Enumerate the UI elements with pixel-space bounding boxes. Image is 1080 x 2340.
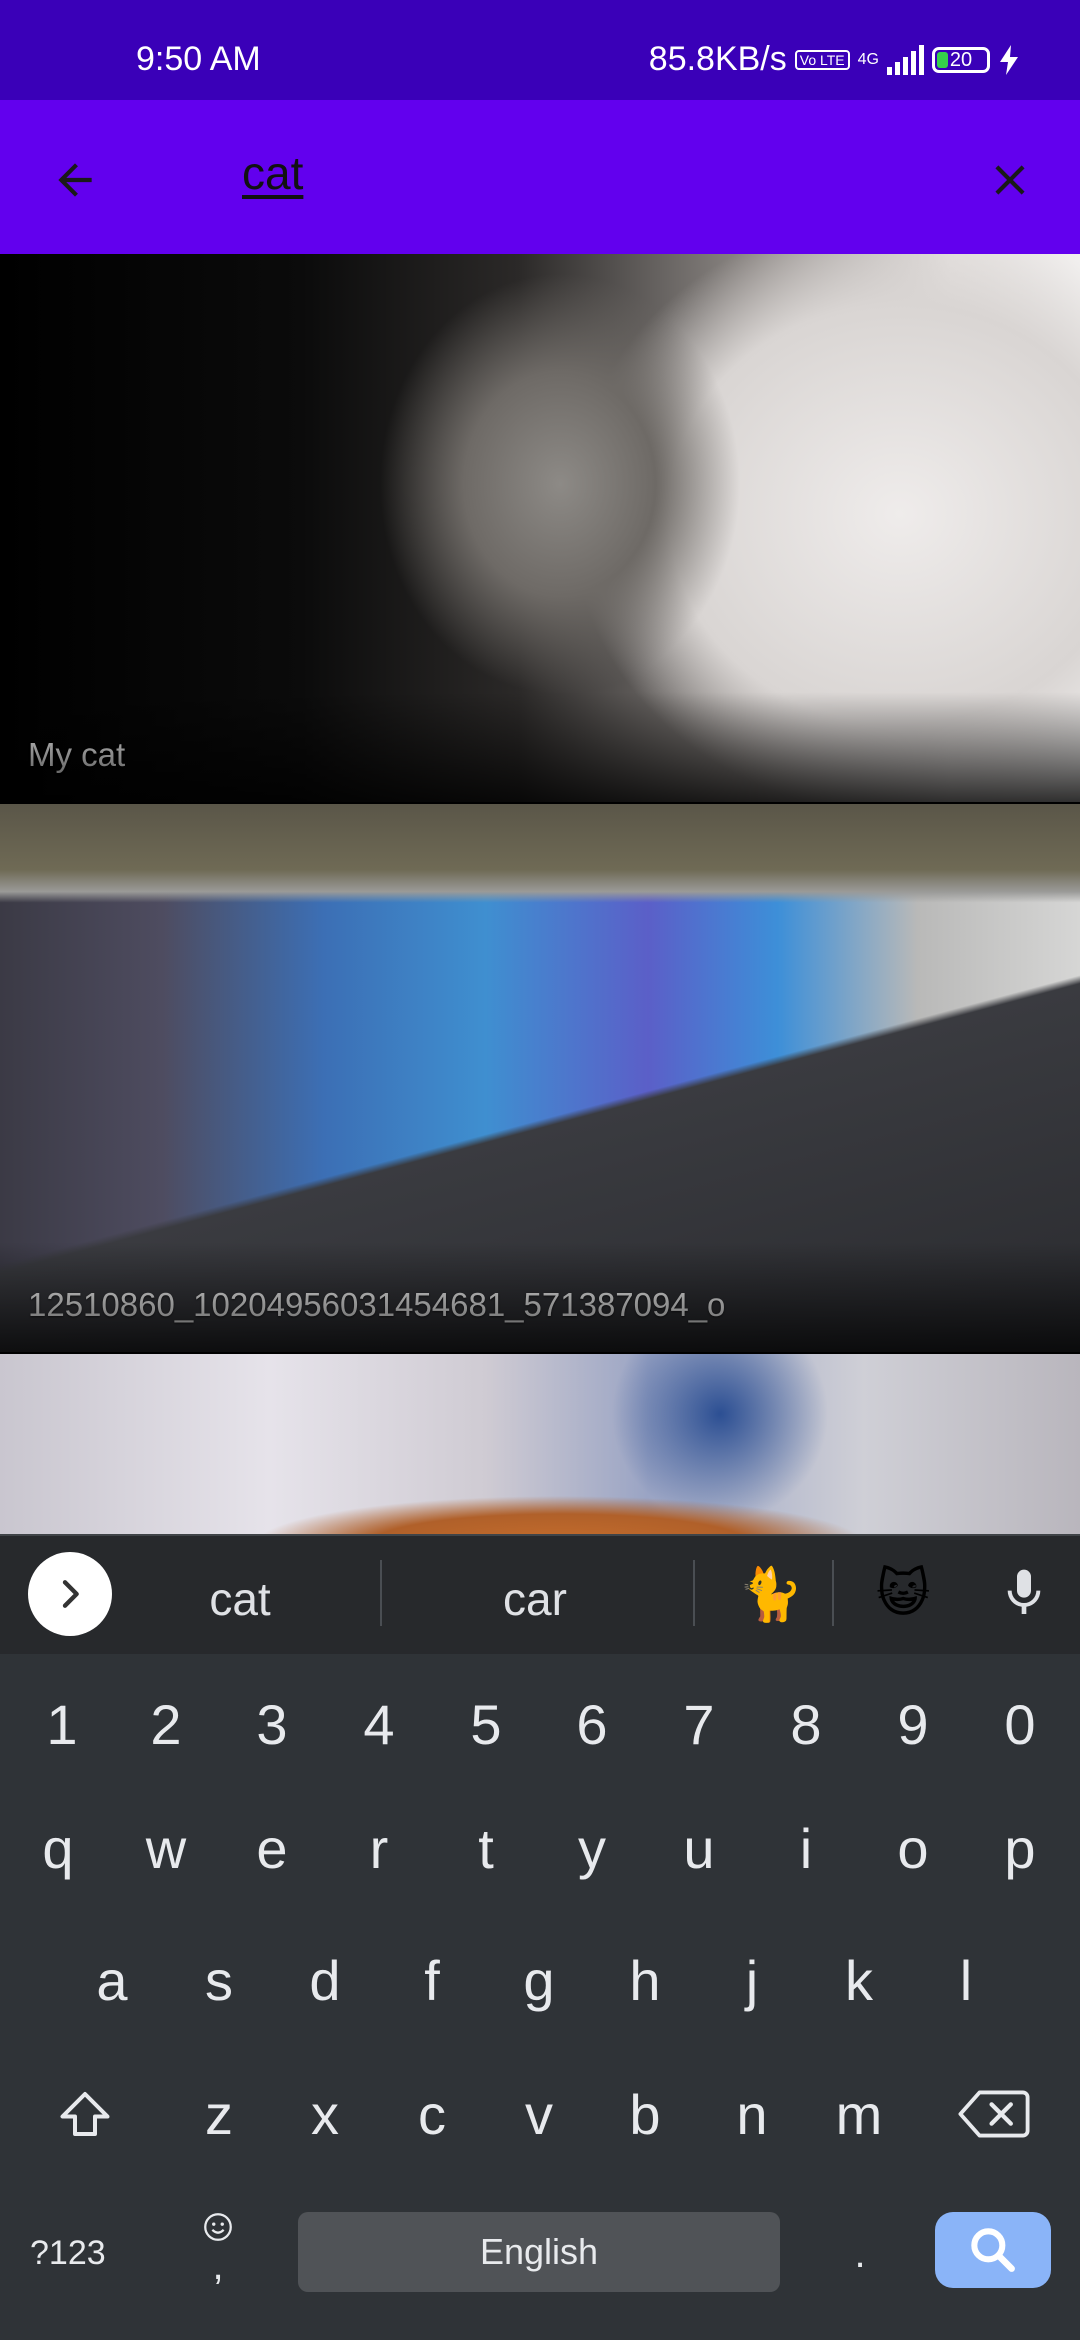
signal-icon — [887, 44, 924, 75]
symbols-key[interactable]: ?123 — [30, 2234, 106, 2273]
clear-search-button[interactable] — [975, 145, 1045, 215]
key-7[interactable]: 7 — [659, 1684, 739, 1764]
key-k[interactable]: k — [819, 1940, 899, 2020]
status-time: 9:50 AM — [136, 40, 261, 78]
key-h[interactable]: h — [605, 1940, 685, 2020]
key-3[interactable]: 3 — [232, 1684, 312, 1764]
key-x[interactable]: x — [285, 2074, 365, 2154]
key-1[interactable]: 1 — [22, 1684, 102, 1764]
key-m[interactable]: m — [819, 2074, 899, 2154]
suggestion-divider — [380, 1560, 382, 1626]
search-input[interactable]: cat — [242, 146, 303, 200]
result-card-my-cat[interactable]: My cat — [0, 254, 1080, 802]
key-b[interactable]: b — [605, 2074, 685, 2154]
chevron-right-icon — [62, 1580, 79, 1608]
suggestion-divider — [832, 1560, 834, 1626]
key-u[interactable]: u — [659, 1808, 739, 1888]
arrow-back-icon — [58, 163, 92, 197]
backspace-icon — [958, 2090, 1030, 2138]
result-caption: My cat — [28, 736, 126, 773]
net-speed: 85.8KB/s — [648, 40, 787, 78]
network-type: 4G — [857, 50, 879, 68]
status-bar: 9:50 AM 85.8KB/s Vo LTE 4G 20 — [0, 0, 1080, 100]
back-button[interactable] — [40, 145, 110, 215]
key-s[interactable]: s — [179, 1940, 259, 2020]
shift-icon — [60, 2092, 110, 2136]
key-l[interactable]: l — [926, 1940, 1006, 2020]
suggestion-cat[interactable]: cat — [150, 1572, 330, 1626]
key-z[interactable]: z — [179, 2074, 259, 2154]
key-r[interactable]: r — [339, 1808, 419, 1888]
search-key[interactable] — [935, 2212, 1051, 2288]
key-f[interactable]: f — [392, 1940, 472, 2020]
battery-level: 20 — [949, 48, 973, 71]
suggestion-divider — [693, 1560, 695, 1626]
key-w[interactable]: w — [126, 1808, 206, 1888]
suggestion-emoji-cat-face[interactable]: 😺 — [876, 1564, 930, 1624]
key-y[interactable]: y — [552, 1808, 632, 1888]
key-p[interactable]: p — [980, 1808, 1060, 1888]
soft-keyboard: cat car 🐈 😺 1 2 3 4 5 6 7 8 9 0 q w e r … — [0, 1534, 1080, 2340]
volte-icon: Vo LTE — [794, 49, 850, 70]
key-g[interactable]: g — [499, 1940, 579, 2020]
space-key[interactable]: English — [298, 2212, 780, 2292]
result-caption: 12510860_10204956031454681_571387094_o — [28, 1286, 726, 1323]
suggestion-strip: cat car 🐈 😺 — [0, 1534, 1080, 1654]
battery-icon: 20 — [932, 46, 990, 73]
key-j[interactable]: j — [712, 1940, 792, 2020]
key-8[interactable]: 8 — [766, 1684, 846, 1764]
comma-key[interactable]: , — [188, 2204, 248, 2294]
key-i[interactable]: i — [766, 1808, 846, 1888]
key-o[interactable]: o — [873, 1808, 953, 1888]
key-2[interactable]: 2 — [126, 1684, 206, 1764]
comma-label: , — [212, 2243, 224, 2288]
emoji-icon — [204, 2212, 232, 2241]
key-9[interactable]: 9 — [873, 1684, 953, 1764]
close-icon — [995, 165, 1025, 195]
charging-icon — [1000, 44, 1018, 75]
key-6[interactable]: 6 — [552, 1684, 632, 1764]
expand-suggestions-button[interactable] — [28, 1552, 112, 1636]
search-icon — [971, 2228, 1015, 2272]
result-card-orange-cat[interactable] — [0, 1354, 1080, 1534]
status-indicators: 85.8KB/s Vo LTE 4G 20 — [649, 40, 1020, 79]
key-t[interactable]: t — [446, 1808, 526, 1888]
backspace-key[interactable] — [950, 2074, 1038, 2154]
result-card-graffiti[interactable]: 12510860_10204956031454681_571387094_o — [0, 804, 1080, 1352]
suggestion-emoji-cat[interactable]: 🐈 — [738, 1564, 803, 1625]
key-0[interactable]: 0 — [980, 1684, 1060, 1764]
key-4[interactable]: 4 — [339, 1684, 419, 1764]
key-5[interactable]: 5 — [446, 1684, 526, 1764]
key-v[interactable]: v — [499, 2074, 579, 2154]
microphone-icon[interactable] — [996, 1562, 1052, 1624]
suggestion-car[interactable]: car — [445, 1572, 625, 1626]
key-c[interactable]: c — [392, 2074, 472, 2154]
key-e[interactable]: e — [232, 1808, 312, 1888]
period-key[interactable]: . — [820, 2214, 900, 2294]
key-d[interactable]: d — [285, 1940, 365, 2020]
key-n[interactable]: n — [712, 2074, 792, 2154]
key-q[interactable]: q — [18, 1808, 98, 1888]
shift-key[interactable] — [45, 2074, 125, 2154]
key-a[interactable]: a — [72, 1940, 152, 2020]
search-app-bar: cat — [0, 100, 1080, 254]
